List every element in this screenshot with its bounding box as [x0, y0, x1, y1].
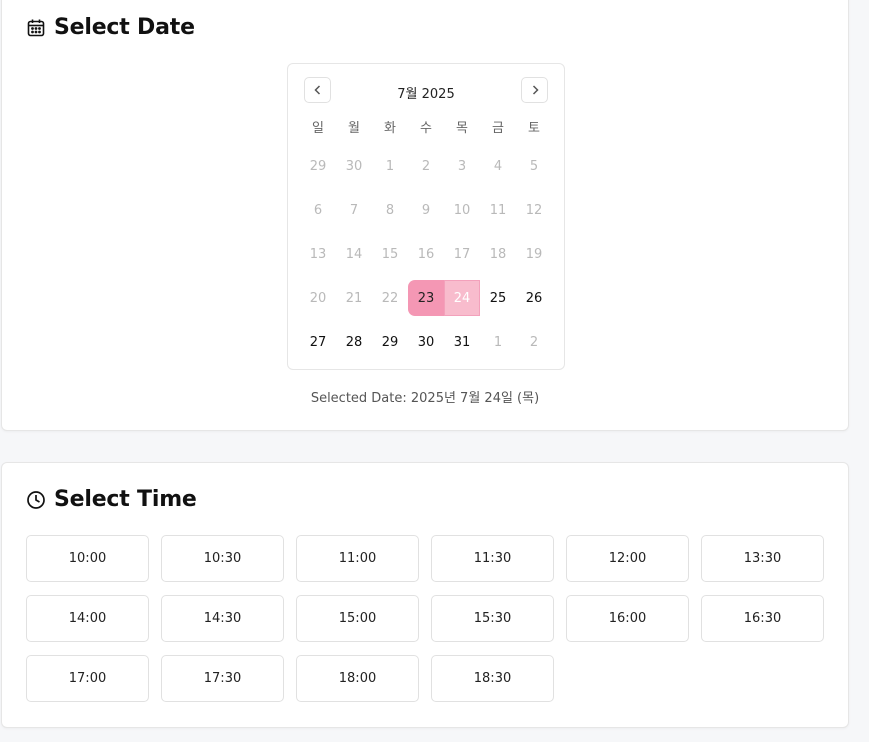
calendar-day[interactable]: 30 — [336, 148, 372, 184]
time-slot-button[interactable]: 10:30 — [161, 535, 284, 582]
time-slot-button[interactable]: 10:00 — [26, 535, 149, 582]
calendar-day[interactable]: 5 — [516, 148, 552, 184]
calendar-day[interactable]: 7 — [336, 192, 372, 228]
calendar-day[interactable]: 8 — [372, 192, 408, 228]
time-slot-button[interactable]: 13:30 — [701, 535, 824, 582]
weekday-label: 월 — [348, 121, 360, 136]
select-date-heading: Select Date — [26, 15, 195, 40]
calendar-week-row: 27 28 29 30 31 1 2 — [300, 324, 552, 360]
time-slot-button[interactable]: 14:30 — [161, 595, 284, 642]
chevron-right-icon — [529, 84, 541, 96]
calendar-day[interactable]: 3 — [444, 148, 480, 184]
calendar-day[interactable]: 16 — [408, 236, 444, 272]
time-slot-button[interactable]: 16:30 — [701, 595, 824, 642]
calendar-day[interactable]: 11 — [480, 192, 516, 228]
calendar-day[interactable]: 22 — [372, 280, 408, 316]
weekday-label: 금 — [492, 121, 504, 136]
time-slot-button[interactable]: 17:30 — [161, 655, 284, 702]
calendar-day[interactable]: 25 — [480, 280, 516, 316]
date-card: Select Date 7월 2025 일월화수목금토 29 30 1 2 3 4 5 6 7 8… — [1, 0, 849, 431]
time-slot-button[interactable]: 18:30 — [431, 655, 554, 702]
selected-date-text: Selected Date: 2025년 7월 24일 (목) — [310, 391, 540, 406]
calendar-day[interactable]: 1 — [480, 324, 516, 360]
calendar: 7월 2025 일월화수목금토 29 30 1 2 3 4 5 6 7 8 9 10 11 12 13 14 1… — [287, 63, 565, 370]
time-slot-button[interactable]: 16:00 — [566, 595, 689, 642]
section-title: Select Date — [54, 15, 195, 40]
calendar-day[interactable]: 29 — [300, 148, 336, 184]
calendar-day[interactable]: 4 — [480, 148, 516, 184]
calendar-week-row: 20 21 22 23 24 25 26 — [300, 280, 552, 316]
clock-icon — [26, 490, 46, 510]
time-slot-button[interactable]: 17:00 — [26, 655, 149, 702]
time-slot-button[interactable]: 15:00 — [296, 595, 419, 642]
time-slot-button[interactable]: 14:00 — [26, 595, 149, 642]
weekday-label: 토 — [528, 121, 540, 136]
calendar-day[interactable]: 1 — [372, 148, 408, 184]
calendar-day[interactable]: 6 — [300, 192, 336, 228]
time-slot-button[interactable]: 11:30 — [431, 535, 554, 582]
calendar-day[interactable]: 14 — [336, 236, 372, 272]
weekday-header-row: 일월화수목금토 — [300, 117, 552, 137]
calendar-day[interactable]: 31 — [444, 324, 480, 360]
weekday-label: 수 — [420, 121, 432, 136]
calendar-header: 7월 2025 — [288, 64, 564, 118]
calendar-day[interactable]: 30 — [408, 324, 444, 360]
time-slot-button[interactable]: 18:00 — [296, 655, 419, 702]
calendar-week-row: 6 7 8 9 10 11 12 — [300, 192, 552, 228]
calendar-day[interactable]: 19 — [516, 236, 552, 272]
calendar-day[interactable]: 9 — [408, 192, 444, 228]
calendar-day[interactable]: 28 — [336, 324, 372, 360]
calendar-day[interactable]: 13 — [300, 236, 336, 272]
calendar-day[interactable]: 2 — [516, 324, 552, 360]
calendar-day[interactable]: 2 — [408, 148, 444, 184]
calendar-day[interactable]: 15 — [372, 236, 408, 272]
calendar-icon — [26, 18, 46, 38]
select-time-heading: Select Time — [26, 487, 197, 512]
time-slot-button[interactable]: 15:30 — [431, 595, 554, 642]
calendar-week-row: 13 14 15 16 17 18 19 — [300, 236, 552, 272]
calendar-day[interactable]: 18 — [480, 236, 516, 272]
weekday-label: 화 — [384, 121, 396, 136]
calendar-day-today[interactable]: 23 — [408, 280, 444, 316]
weekday-label: 목 — [456, 121, 468, 136]
time-card: Select Time 10:00 10:30 11:00 11:30 12:00 13:… — [1, 462, 849, 728]
calendar-day[interactable]: 26 — [516, 280, 552, 316]
calendar-day[interactable]: 21 — [336, 280, 372, 316]
calendar-day[interactable]: 29 — [372, 324, 408, 360]
calendar-day[interactable]: 20 — [300, 280, 336, 316]
calendar-day[interactable]: 12 — [516, 192, 552, 228]
time-slot-button[interactable]: 12:00 — [566, 535, 689, 582]
calendar-day[interactable]: 10 — [444, 192, 480, 228]
next-month-button[interactable] — [521, 77, 548, 103]
time-slot-button[interactable]: 11:00 — [296, 535, 419, 582]
calendar-day-selected[interactable]: 24 — [444, 280, 480, 316]
calendar-day[interactable]: 27 — [300, 324, 336, 360]
calendar-day[interactable]: 17 — [444, 236, 480, 272]
weekday-label: 일 — [312, 121, 324, 136]
calendar-week-row: 29 30 1 2 3 4 5 — [300, 148, 552, 184]
section-title: Select Time — [54, 487, 197, 512]
